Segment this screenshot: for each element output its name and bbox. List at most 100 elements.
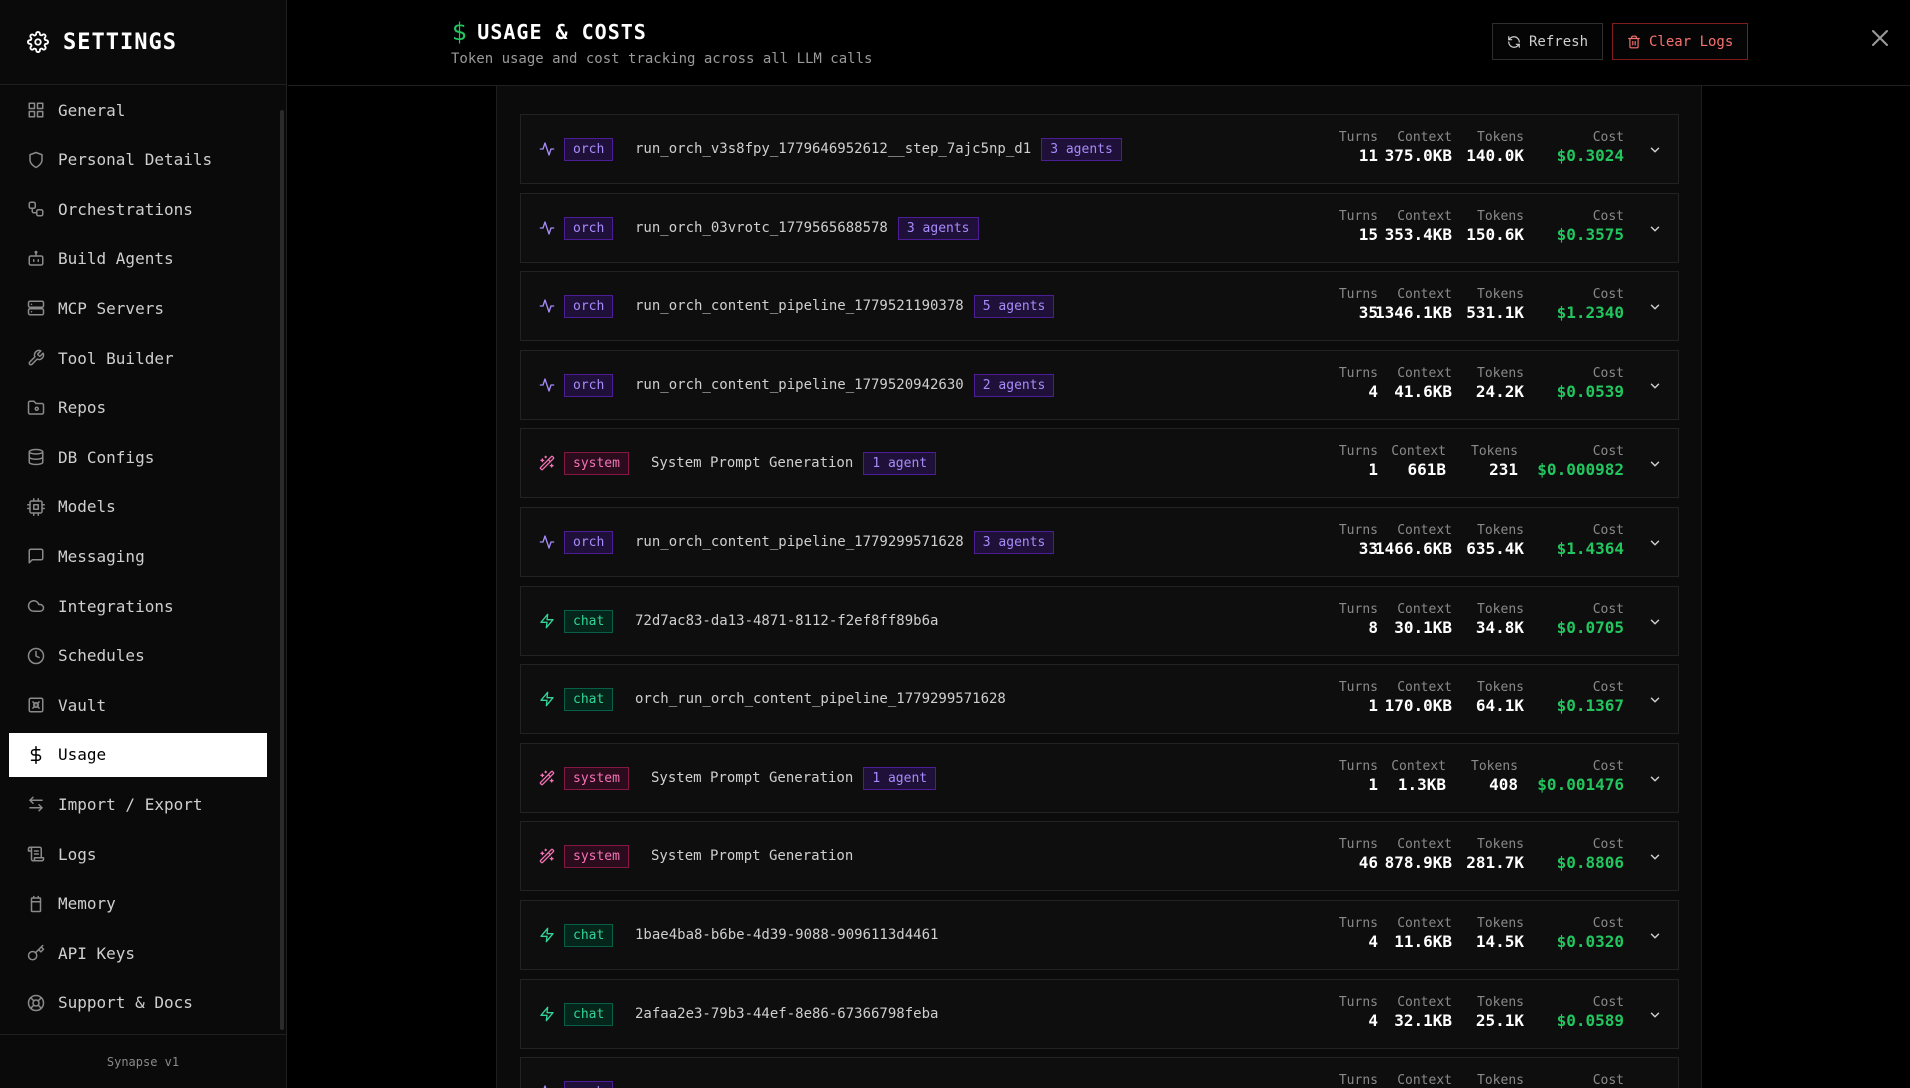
stat-value-tokens: 24.2K <box>1475 381 1524 401</box>
stat-value-turns: 4 <box>1368 381 1378 401</box>
stat-label: Tokens <box>1477 994 1524 1010</box>
chevron-down-icon[interactable] <box>1648 222 1662 236</box>
run-name: System Prompt Generation <box>651 848 854 865</box>
sidebar-item-db-configs[interactable]: DB Configs <box>9 435 267 479</box>
sidebar-item-logs[interactable]: Logs <box>9 832 267 876</box>
clear-logs-button[interactable]: Clear Logs <box>1612 23 1749 60</box>
sidebar-item-label: Integrations <box>58 596 174 616</box>
chevron-down-icon[interactable] <box>1648 1008 1662 1022</box>
chevron-down-icon[interactable] <box>1648 693 1662 707</box>
sidebar-item-models[interactable]: Models <box>9 485 267 529</box>
activity-icon <box>539 220 555 235</box>
stat-value-tokens: 14.5K <box>1475 932 1524 951</box>
sidebar-item-usage[interactable]: Usage <box>9 732 267 777</box>
stat-cost: Cost $0.0320 <box>1557 901 1624 952</box>
sidebar-item-repos[interactable]: Repos <box>9 386 267 430</box>
usage-row[interactable]: orch run_orch_content_pipeline_1779299571… <box>520 507 1679 577</box>
stat-tokens: Tokens 281.7K <box>1466 822 1524 873</box>
stat-value-context: 1466.6KB <box>1374 539 1452 558</box>
stat-label: Cost <box>1592 994 1624 1010</box>
sidebar-item-label: Import / Export <box>58 794 203 814</box>
usage-row[interactable]: orch Turns Context Tokens Cost <box>520 1057 1679 1088</box>
stat-context: Context 1466.6KB <box>1375 508 1452 559</box>
stat-turns: Turns 46 <box>1339 822 1378 873</box>
stat-cost: Cost $1.2340 <box>1557 272 1624 323</box>
stat-turns: Turns 15 <box>1339 194 1378 245</box>
usage-row[interactable]: chat 72d7ac83-da13-4871-8112-f2ef8ff89b6a… <box>520 585 1679 656</box>
usage-list[interactable]: orch run_orch_v3s8fpy_1779646952612__step… <box>496 86 1702 1088</box>
usage-row[interactable]: system System Prompt Generation 1 agent Tur… <box>520 428 1679 499</box>
sidebar-item-label: Repos <box>58 398 107 418</box>
sidebar-item-messaging[interactable]: Messaging <box>9 534 267 578</box>
stat-turns: Turns 1 <box>1339 744 1378 795</box>
sidebar-item-integrations[interactable]: Integrations <box>9 584 267 628</box>
page-subtitle: Token usage and cost tracking across all… <box>451 51 873 67</box>
chevron-down-icon[interactable] <box>1648 615 1662 629</box>
stat-label: Cost <box>1592 1073 1624 1088</box>
chevron-down-icon[interactable] <box>1648 536 1662 550</box>
chevron-down-icon[interactable] <box>1648 772 1662 786</box>
usage-row[interactable]: chat 1bae4ba8-b6be-4d39-9088-9096113d4461… <box>520 900 1679 970</box>
sidebar-item-schedules[interactable]: Schedules <box>9 634 267 678</box>
agent-count-badge: 3 agents <box>897 216 979 240</box>
usage-row[interactable]: orch run_orch_03vrotc_1779565688578 3 agen… <box>520 192 1679 263</box>
sidebar-item-orchestrations[interactable]: Orchestrations <box>9 187 267 231</box>
sidebar-item-memory[interactable]: Memory <box>9 882 267 926</box>
type-badge: system <box>564 452 629 476</box>
zap-icon <box>540 613 554 628</box>
type-badge: chat <box>564 924 614 947</box>
stat-turns: Turns 4 <box>1339 980 1378 1031</box>
stat-label: Context <box>1397 837 1452 853</box>
sidebar-item-import-export[interactable]: Import / Export <box>9 782 267 826</box>
sidebar-scrollbar[interactable] <box>280 110 284 1030</box>
close-icon[interactable] <box>1868 26 1892 50</box>
agent-count-badge: 2 agents <box>973 373 1055 397</box>
stat-value-context: 1346.1KB <box>1374 303 1452 323</box>
server-icon <box>27 299 45 317</box>
clock-icon <box>27 647 45 665</box>
sidebar-item-personal-details[interactable]: Personal Details <box>9 138 267 182</box>
stat-tokens: Tokens <box>1477 1058 1524 1088</box>
run-name: 2afaa2e3-79b3-44ef-8e86-67366798feba <box>635 1005 939 1022</box>
type-badge: system <box>564 845 629 869</box>
stat-label: Context <box>1397 994 1452 1010</box>
sidebar-item-support-docs[interactable]: Support & Docs <box>9 981 267 1025</box>
stat-label: Cost <box>1592 837 1624 853</box>
sidebar-item-build-agents[interactable]: Build Agents <box>9 237 267 281</box>
sidebar-item-vault[interactable]: Vault <box>9 683 267 727</box>
chevron-down-icon[interactable] <box>1648 929 1662 943</box>
sidebar-item-general[interactable]: General <box>9 88 267 132</box>
stat-tokens: Tokens 408 <box>1471 744 1518 795</box>
run-name: run_orch_content_pipeline_1779299571628 <box>635 534 964 550</box>
chevron-down-icon[interactable] <box>1648 143 1662 157</box>
sidebar-item-label: API Keys <box>58 943 136 963</box>
chevron-down-icon[interactable] <box>1648 457 1662 471</box>
stat-context: Context 11.6KB <box>1394 901 1452 952</box>
usage-row[interactable]: chat 2afaa2e3-79b3-44ef-8e86-67366798feba… <box>520 978 1679 1049</box>
sidebar-item-label: Schedules <box>58 646 145 666</box>
stat-cost: Cost $0.1367 <box>1557 665 1624 716</box>
usage-row[interactable]: system System Prompt Generation 1 agent Tur… <box>520 742 1679 813</box>
usage-row[interactable]: orch run_orch_v3s8fpy_1779646952612__step… <box>520 114 1679 184</box>
usage-row[interactable]: system System Prompt Generation Turns 46 Con… <box>520 821 1679 892</box>
run-name: run_orch_content_pipeline_1779520942630 <box>635 376 964 393</box>
sidebar-item-tool-builder[interactable]: Tool Builder <box>9 336 267 380</box>
usage-row[interactable]: orch run_orch_content_pipeline_1779520942… <box>520 349 1679 420</box>
chevron-down-icon[interactable] <box>1648 379 1662 393</box>
refresh-button[interactable]: Refresh <box>1492 23 1604 60</box>
usage-row[interactable]: chat orch_run_orch_content_pipeline_17792… <box>520 664 1679 735</box>
stat-cost: Cost $0.0705 <box>1557 587 1624 638</box>
stat-value-cost: $0.0705 <box>1556 617 1624 637</box>
stat-value-context: 878.9KB <box>1384 853 1452 873</box>
sidebar-item-mcp-servers[interactable]: MCP Servers <box>9 286 267 330</box>
sidebar-item-api-keys[interactable]: API Keys <box>9 931 267 975</box>
usage-row[interactable]: orch run_orch_content_pipeline_1779521190… <box>520 271 1679 342</box>
stat-label: Cost <box>1592 916 1624 931</box>
stat-label: Context <box>1397 287 1452 303</box>
stat-value-cost: $0.000982 <box>1537 460 1624 480</box>
chevron-down-icon[interactable] <box>1648 300 1662 314</box>
stat-value-cost: $0.0589 <box>1556 1010 1624 1030</box>
chevron-down-icon[interactable] <box>1648 850 1662 864</box>
sidebar-header: SETTINGS <box>0 0 286 85</box>
stat-value-turns: 33 <box>1358 539 1378 558</box>
